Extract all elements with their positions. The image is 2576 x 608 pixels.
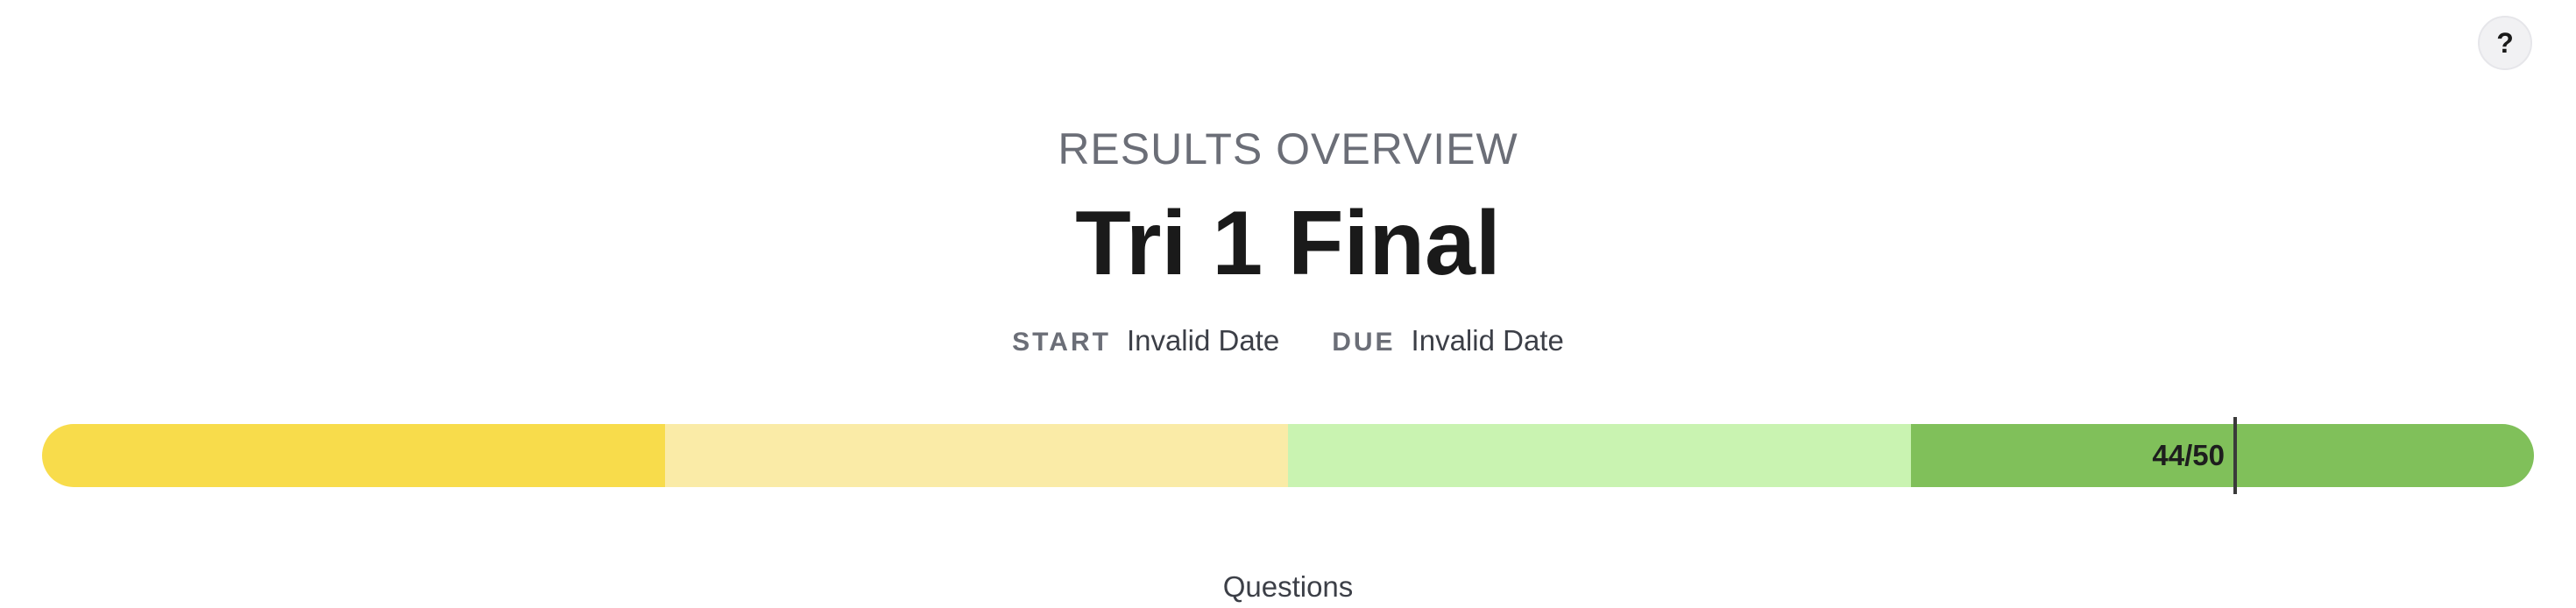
due-date: DUE Invalid Date: [1332, 322, 1564, 361]
score-label: 44/50: [2152, 439, 2225, 471]
start-date: START Invalid Date: [1012, 322, 1279, 361]
score-band-1: [42, 424, 665, 487]
score-band-3: [1288, 424, 1911, 487]
page-eyebrow: RESULTS OVERVIEW: [1058, 124, 1518, 173]
results-overview-page: ? RESULTS OVERVIEW Tri 1 Final START Inv…: [0, 0, 2576, 608]
score-marker: [2233, 417, 2237, 494]
questions-heading: Questions: [1222, 570, 1354, 603]
start-date-value: Invalid Date: [1126, 324, 1280, 357]
page-title: Tri 1 Final: [1075, 193, 1501, 294]
start-date-label: START: [1012, 328, 1111, 357]
due-date-label: DUE: [1332, 328, 1396, 357]
help-button[interactable]: ?: [2478, 16, 2532, 70]
help-icon: ?: [2496, 26, 2514, 59]
due-date-value: Invalid Date: [1411, 324, 1564, 357]
score-band-2: [665, 424, 1288, 487]
date-range: START Invalid Date DUE Invalid Date: [0, 322, 2576, 361]
